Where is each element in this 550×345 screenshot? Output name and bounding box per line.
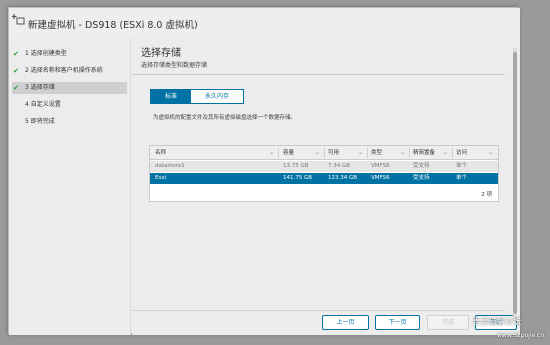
step-label: 5 即将完成 (25, 118, 55, 125)
footer-divider (132, 310, 505, 311)
storage-type-pmem-button[interactable]: 永久内存 (191, 90, 243, 103)
step-ready-to-complete[interactable]: 5 即将完成 (12, 116, 127, 128)
sort-chevron-icon[interactable]: ⌄ (488, 146, 493, 160)
finish-button[interactable]: 完成 (427, 315, 469, 330)
column-header-capacity[interactable]: 容量 (283, 146, 294, 160)
sort-chevron-icon[interactable]: ⌄ (400, 146, 405, 160)
step-select-name-os[interactable]: ✔ 2 选择名称和客户机操作系统 (12, 65, 127, 77)
step-label: 1 选择创建类型 (25, 50, 67, 57)
page-title: 选择存储 (141, 48, 181, 59)
back-button[interactable]: 上一页 (322, 315, 369, 330)
watermark-url: www.52pojie.cn (497, 332, 545, 339)
column-divider (367, 148, 368, 158)
page-subtitle: 选择存储类型和数据存储 (141, 62, 208, 69)
table-row[interactable]: datastore1 13.75 GB 7.34 GB VMFS6 受支持 单个 (150, 161, 498, 172)
step-label: 3 选择存储 (25, 84, 55, 91)
table-header: 名称 ⌄ 容量 ⌄ 可用 ⌄ 类型 ⌄ 精简置备 ⌄ 访问 ⌄ (150, 146, 498, 160)
storage-type-standard-button[interactable]: 标准 (151, 90, 191, 103)
step-label: 2 选择名称和客户机操作系统 (25, 67, 103, 74)
column-header-name[interactable]: 名称 (155, 146, 166, 160)
cell-free: 7.34 GB (328, 163, 351, 169)
cell-capacity: 141.75 GB (283, 175, 313, 181)
cell-type: VMFS6 (371, 163, 390, 169)
column-header-type[interactable]: 类型 (371, 146, 382, 160)
item-count: 2 项 (481, 192, 492, 198)
header-divider (132, 74, 505, 75)
cell-capacity: 13.75 GB (283, 163, 309, 169)
cell-access: 单个 (456, 175, 468, 181)
table-row-selected[interactable]: Esxi 141.75 GB 123.34 GB VMFS6 受支持 单个 (150, 173, 498, 184)
new-vm-dialog: 新建虚拟机 - DS918 (ESXi 8.0 虚拟机) ✔ 1 选择创建类型 … (8, 7, 520, 335)
check-icon: ✔ (13, 67, 19, 75)
cell-name: Esxi (155, 175, 167, 181)
sort-chevron-icon[interactable]: ⌄ (358, 146, 363, 160)
check-icon: ✔ (13, 84, 19, 92)
cell-name: datastore1 (155, 163, 185, 169)
sort-chevron-icon[interactable]: ⌄ (315, 146, 320, 160)
step-select-storage[interactable]: ✔ 3 选择存储 (12, 82, 127, 94)
wizard-content: 选择存储 选择存储类型和数据存储 标准 永久内存 为虚拟机的配置文件及其所有虚拟… (132, 38, 520, 335)
watermark-text: 吾爱破解论坛 (473, 317, 521, 326)
sort-chevron-icon[interactable]: ⌄ (443, 146, 448, 160)
step-label: 4 自定义设置 (25, 101, 61, 108)
scrollbar-thumb[interactable] (513, 52, 517, 314)
cell-type: VMFS6 (371, 175, 390, 181)
storage-description: 为虚拟机的配置文件及其所有虚拟磁盘选择一个数据存储。 (153, 115, 297, 121)
next-button[interactable]: 下一页 (375, 315, 420, 330)
cell-access: 单个 (456, 163, 468, 169)
column-header-access[interactable]: 访问 (456, 146, 467, 160)
storage-type-toggle: 标准 永久内存 (150, 89, 244, 104)
dialog-titlebar: 新建虚拟机 - DS918 (ESXi 8.0 虚拟机) (9, 8, 520, 38)
cell-thin-provisioning: 受支持 (413, 175, 430, 181)
column-divider (409, 148, 410, 158)
column-divider (452, 148, 453, 158)
column-divider (278, 148, 279, 158)
column-divider (324, 148, 325, 158)
cell-free: 123.34 GB (328, 175, 358, 181)
content-scrollbar[interactable] (512, 38, 518, 335)
cell-thin-provisioning: 受支持 (413, 163, 430, 169)
column-header-free[interactable]: 可用 (328, 146, 339, 160)
dialog-title: 新建虚拟机 - DS918 (ESXi 8.0 虚拟机) (28, 20, 198, 31)
column-header-thin-provisioning[interactable]: 精简置备 (413, 146, 435, 160)
step-customize-settings[interactable]: 4 自定义设置 (12, 99, 127, 111)
check-icon: ✔ (13, 50, 19, 58)
add-vm-icon (12, 13, 26, 27)
sort-chevron-icon[interactable]: ⌄ (269, 146, 274, 160)
datastore-table: 名称 ⌄ 容量 ⌄ 可用 ⌄ 类型 ⌄ 精简置备 ⌄ 访问 ⌄ datastor… (149, 145, 499, 202)
wizard-steps: ✔ 1 选择创建类型 ✔ 2 选择名称和客户机操作系统 ✔ 3 选择存储 4 自… (9, 38, 131, 335)
step-select-creation-type[interactable]: ✔ 1 选择创建类型 (12, 48, 127, 60)
